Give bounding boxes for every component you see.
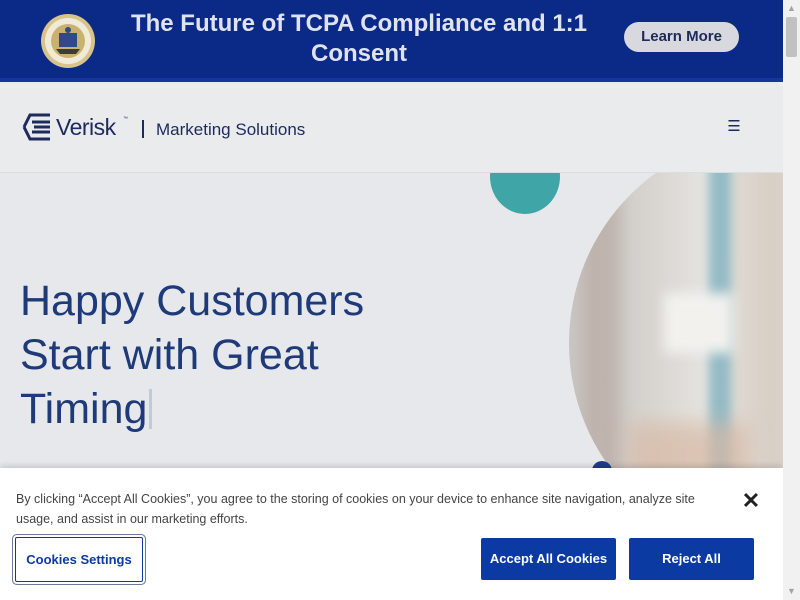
reject-all-button[interactable]: Reject All bbox=[629, 538, 754, 580]
hero-section: Happy Customers Start with Great Timing bbox=[0, 173, 783, 468]
learn-more-button[interactable]: Learn More bbox=[624, 22, 739, 52]
cookie-consent-banner: By clicking “Accept All Cookies”, you ag… bbox=[0, 468, 783, 600]
scroll-down-icon[interactable]: ▼ bbox=[783, 583, 800, 600]
banner-title: The Future of TCPA Compliance and 1:1 Co… bbox=[130, 10, 588, 67]
logo-trademark: ™ bbox=[123, 116, 128, 122]
decorative-teal-circle bbox=[490, 173, 560, 214]
verisk-logo-icon[interactable] bbox=[20, 111, 54, 143]
logo-divider bbox=[142, 120, 144, 138]
cookie-message: By clicking “Accept All Cookies”, you ag… bbox=[16, 492, 695, 526]
hero-headline-text: Happy Customers Start with Great Timing bbox=[20, 277, 365, 433]
vertical-scrollbar[interactable]: ▲ ▼ bbox=[783, 0, 800, 600]
logo-wordmark[interactable]: Verisk bbox=[56, 114, 116, 140]
scroll-up-icon[interactable]: ▲ bbox=[783, 0, 800, 17]
hero-image bbox=[569, 173, 783, 468]
hamburger-menu-icon[interactable]: ☰ bbox=[722, 116, 746, 138]
promo-banner: The Future of TCPA Compliance and 1:1 Co… bbox=[0, 0, 783, 82]
official-seal-icon bbox=[41, 14, 95, 68]
accept-all-cookies-button[interactable]: Accept All Cookies bbox=[481, 538, 616, 580]
scrollbar-thumb[interactable] bbox=[786, 17, 797, 57]
cookies-settings-button[interactable]: Cookies Settings bbox=[15, 537, 143, 582]
hero-headline: Happy Customers Start with Great Timing bbox=[20, 274, 440, 436]
close-icon[interactable]: ✕ bbox=[738, 488, 764, 514]
typing-caret bbox=[149, 389, 153, 429]
site-header: Verisk ™ Marketing Solutions ☰ bbox=[0, 82, 783, 173]
division-name: Marketing Solutions bbox=[156, 120, 306, 139]
